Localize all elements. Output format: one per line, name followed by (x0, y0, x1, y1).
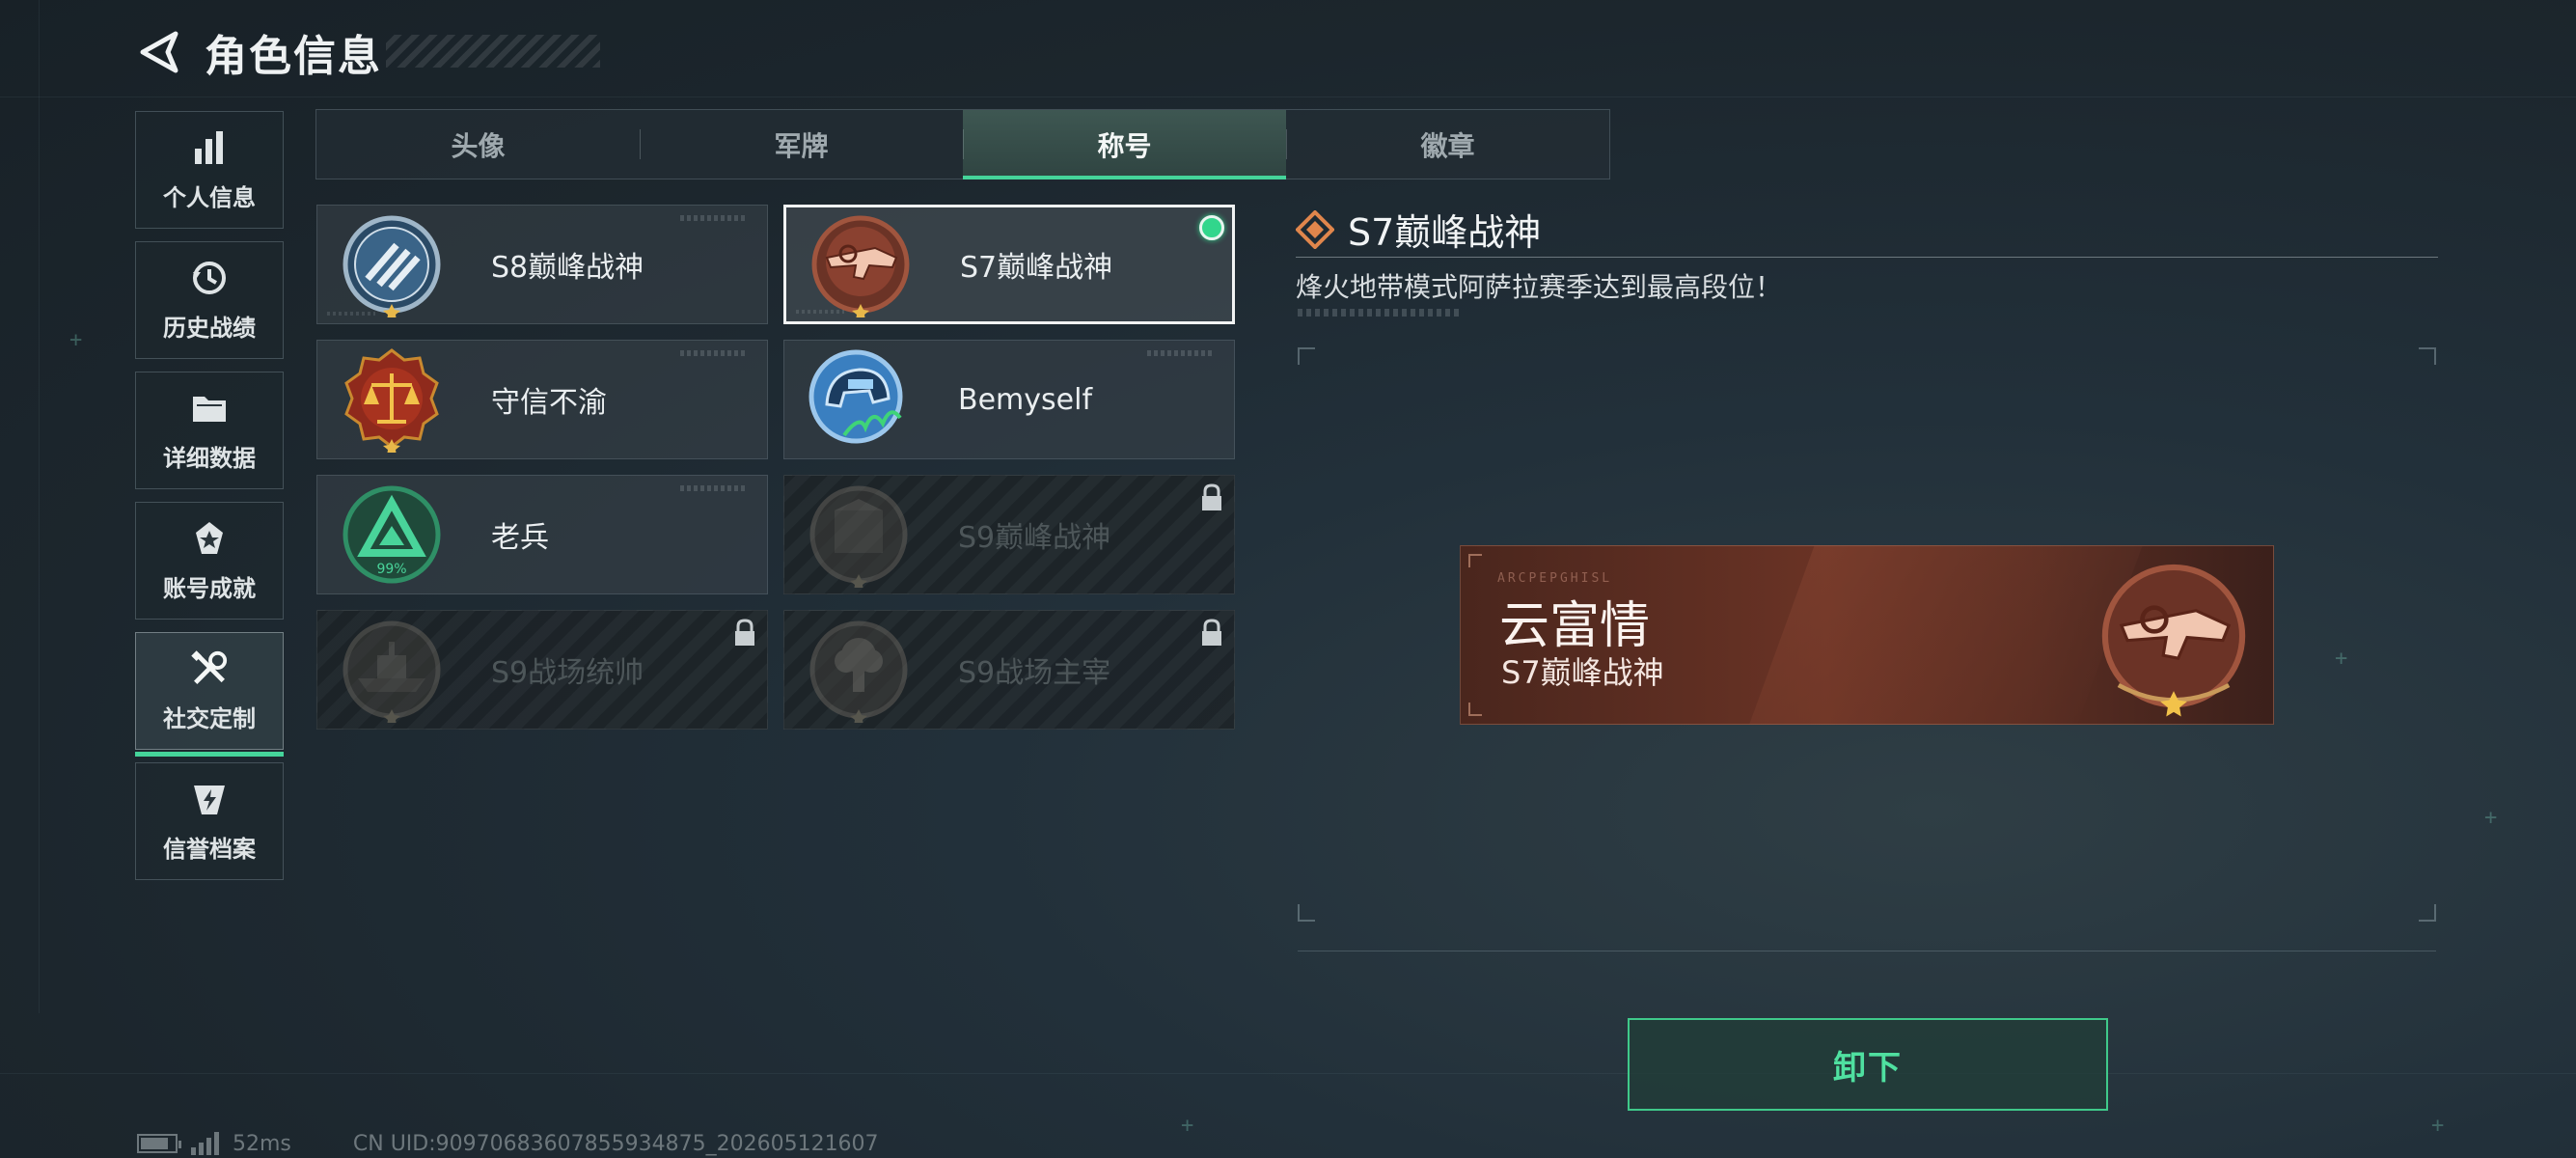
helmet-badge-icon (806, 346, 912, 453)
lock-icon (1199, 619, 1224, 648)
s8-peak-badge-icon (339, 211, 445, 320)
card-decoration (680, 485, 748, 491)
nav-item-personal-info[interactable]: 个人信息 (135, 111, 284, 229)
title-name: S9战场统帅 (491, 656, 644, 690)
bg-grid-line (0, 1073, 2576, 1074)
s7-peak-badge-icon (808, 211, 914, 320)
s9-peak-badge-icon (806, 482, 912, 591)
nav-item-social-custom[interactable]: 社交定制 (135, 632, 284, 757)
nameplate-corner (1468, 703, 1482, 716)
title-card-s8-peak[interactable]: S8巅峰战神 (316, 205, 768, 324)
title-decoration (386, 35, 600, 68)
title-name: S7巅峰战神 (960, 251, 1113, 285)
uid-text: CN UID:909706836078559348​75_20260512160… (352, 1131, 879, 1156)
signal-icon (191, 1132, 219, 1155)
title-list: S8巅峰战神 S7巅峰战神 守信不渝 Bemyself 99% 老兵 S9巅峰战… (316, 205, 1235, 730)
left-nav: 个人信息 历史战绩 详细数据 账号成就 社交定制 信誉档案 (135, 111, 284, 893)
page-title: 角色信息 (205, 32, 382, 81)
folder-icon (190, 389, 229, 427)
title-name: 老兵 (491, 521, 549, 555)
hud-cross-icon: + (2484, 806, 2498, 830)
nav-item-history[interactable]: 历史战绩 (135, 241, 284, 359)
veteran-badge-text: 99% (376, 562, 406, 577)
nameplate-title: S7巅峰战神 (1501, 654, 1664, 691)
back-button[interactable] (135, 28, 183, 76)
credit-shield-icon (190, 780, 229, 818)
bg-frame-line (39, 0, 40, 1013)
bg-grid-line (0, 96, 2576, 97)
title-name: S8巅峰战神 (491, 251, 644, 285)
nav-label: 个人信息 (163, 183, 256, 211)
card-decoration (327, 312, 375, 316)
s9-dominator-badge-icon (806, 617, 912, 726)
title-name: S9战场主宰 (958, 656, 1111, 690)
tab-title[interactable]: 称号 (963, 110, 1286, 179)
nav-label: 历史战绩 (163, 314, 256, 342)
nameplate-corner (1468, 554, 1482, 567)
title-card-s7-peak[interactable]: S7巅峰战神 (783, 205, 1235, 324)
card-decoration (1147, 350, 1215, 356)
bar-chart-icon (190, 128, 229, 167)
title-name: 守信不渝 (491, 386, 607, 420)
tab-badge[interactable]: 徽章 (1286, 110, 1609, 179)
equipped-indicator (1199, 215, 1224, 240)
veteran-badge-icon: 99% (339, 482, 445, 588)
nameplate-player-name: 云富情 (1499, 597, 1651, 655)
title-name: Bemyself (958, 382, 1092, 417)
nameplate-preview: ARCPEPGHISL 云富情 S7巅峰战神 (1460, 545, 2274, 725)
title-card-s9-peak[interactable]: S9巅峰战神 (783, 475, 1235, 594)
divider (1296, 257, 2438, 258)
tab-avatar[interactable]: 头像 (316, 110, 640, 179)
lock-icon (732, 619, 757, 648)
title-card-veteran[interactable]: 99% 老兵 (316, 475, 768, 594)
status-bar: 52ms CN UID:909706836078559348​75_202605… (137, 1129, 879, 1158)
wrench-icon (190, 649, 229, 688)
hud-cross-icon: + (1181, 1114, 1194, 1138)
nav-item-achievements[interactable]: 账号成就 (135, 502, 284, 620)
card-decoration (796, 310, 844, 314)
title-card-s9-dominator[interactable]: S9战场主宰 (783, 610, 1235, 730)
nav-label: 社交定制 (163, 704, 256, 732)
s7-peak-badge-icon (2092, 554, 2256, 718)
unequip-label: 卸下 (1833, 1048, 1903, 1088)
page-header: 角色信息 (135, 23, 382, 81)
nav-label: 账号成就 (163, 574, 256, 602)
scales-badge-icon (339, 346, 445, 455)
frame-corner (2419, 347, 2436, 365)
detail-title: S7巅峰战神 (1348, 211, 1542, 254)
category-tabs: 头像 军牌 称号 徽章 (315, 109, 1610, 179)
title-card-faithful[interactable]: 守信不渝 (316, 340, 768, 459)
hud-cross-icon: + (69, 328, 83, 352)
card-decoration (680, 350, 748, 356)
lock-icon (1199, 483, 1224, 512)
title-card-s9-commander[interactable]: S9战场统帅 (316, 610, 768, 730)
ping-text: 52ms (233, 1131, 291, 1156)
nav-label: 信誉档案 (163, 835, 256, 863)
achievement-icon (190, 519, 229, 558)
hud-cross-icon: + (2431, 1114, 2445, 1138)
title-name: S9巅峰战神 (958, 521, 1111, 555)
title-diamond-icon (1296, 209, 1334, 249)
card-decoration (680, 215, 748, 221)
frame-corner (1298, 347, 1315, 365)
title-card-bemyself[interactable]: Bemyself (783, 340, 1235, 459)
nav-item-detailed-data[interactable]: 详细数据 (135, 372, 284, 489)
back-arrow-icon (140, 31, 178, 73)
nameplate-code: ARCPEPGHISL (1497, 571, 1613, 586)
detail-description: 烽火地带模式阿萨拉赛季达到最高段位！ (1296, 271, 1783, 303)
nav-label: 详细数据 (163, 444, 256, 472)
history-icon (190, 259, 229, 297)
detail-header: S7巅峰战神 (1296, 203, 1541, 256)
tab-dog-tag[interactable]: 军牌 (640, 110, 963, 179)
unequip-button[interactable]: 卸下 (1628, 1018, 2108, 1111)
s9-commander-badge-icon (339, 617, 445, 726)
frame-corner (2419, 904, 2436, 922)
battery-icon (137, 1134, 181, 1153)
nav-item-credit-record[interactable]: 信誉档案 (135, 762, 284, 880)
frame-corner (1298, 904, 1315, 922)
description-decoration (1298, 309, 1460, 317)
